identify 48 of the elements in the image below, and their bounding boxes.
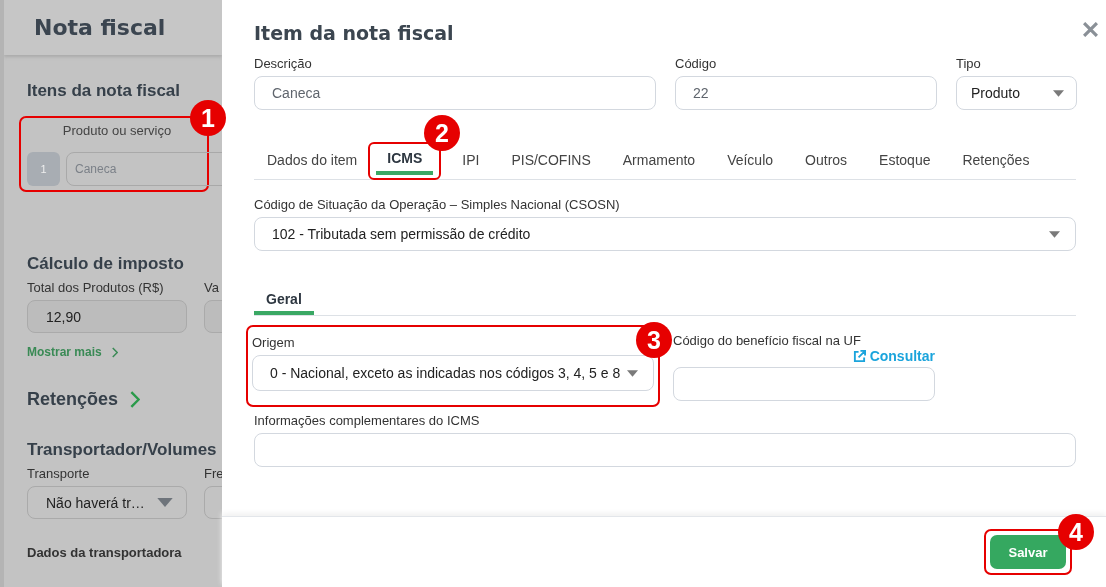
step-badge: 2 [424, 115, 460, 151]
tab[interactable]: Retenções [951, 152, 1041, 177]
field-label: Transporte [27, 466, 91, 481]
section-heading: Retenções [27, 389, 119, 410]
tab[interactable]: PIS/COFINS [500, 152, 602, 177]
field-label: Descrição [254, 56, 313, 71]
column-label: Produto ou serviço [61, 123, 173, 138]
select-field[interactable]: 102 - Tributada sem permissão de crédito [254, 217, 1076, 251]
tab[interactable]: ICMS [376, 150, 434, 175]
field-label: Código de Situação da Operação – Simples Nacional (CSOSN) [254, 197, 621, 212]
external-link-icon [852, 349, 866, 363]
caret-icon [627, 369, 638, 377]
tab[interactable]: IPI [451, 152, 491, 177]
input-field[interactable]: 22 [675, 76, 937, 110]
dialog-title: Item da nota fiscal [254, 22, 454, 44]
field-label: Tipo [956, 56, 982, 71]
section-heading: Transportador/Volumes [27, 440, 218, 460]
input-field[interactable] [673, 367, 935, 401]
chevron-icon [111, 346, 118, 358]
caret-icon [1053, 89, 1064, 97]
chevron-icon [130, 391, 141, 408]
section-subheading: Dados da transportadora [27, 545, 183, 560]
field-label: Informações complementares do ICMS [254, 413, 481, 428]
input-field[interactable]: 12,90 [27, 300, 187, 333]
field-label: Total dos Produtos (R$) [27, 280, 165, 295]
tab[interactable]: Geral [254, 291, 314, 315]
field-label: Código [675, 56, 718, 71]
section-heading: Cálculo de imposto [27, 254, 185, 274]
section-heading: Itens da nota fiscal [27, 81, 182, 101]
select-field[interactable]: Produto [956, 76, 1077, 110]
field-label: Código do benefício fiscal na UF [673, 333, 862, 348]
page-title: Nota fiscal [34, 15, 166, 40]
step-badge: 3 [636, 322, 672, 358]
tab[interactable]: Dados do item [256, 152, 369, 177]
select-field[interactable]: 0 - Nacional, exceto as indicadas nos códigos 3, 4, 5 e 8 [252, 355, 654, 391]
select-field[interactable]: Não haverá tr… [27, 486, 187, 519]
row-number: 1 [27, 152, 60, 186]
field-label: Va [204, 280, 220, 295]
tab[interactable]: Outros [794, 152, 859, 177]
step-badge: 4 [1058, 514, 1094, 550]
text-area[interactable] [254, 433, 1076, 467]
caret-icon [1049, 230, 1060, 238]
input-field[interactable]: Caneca [254, 76, 656, 110]
field-label: Origem [252, 335, 296, 350]
tab[interactable]: Armamento [611, 152, 707, 177]
tab[interactable]: Veículo [716, 152, 785, 177]
close-icon[interactable] [1083, 22, 1098, 37]
tab[interactable]: Estoque [868, 152, 942, 177]
